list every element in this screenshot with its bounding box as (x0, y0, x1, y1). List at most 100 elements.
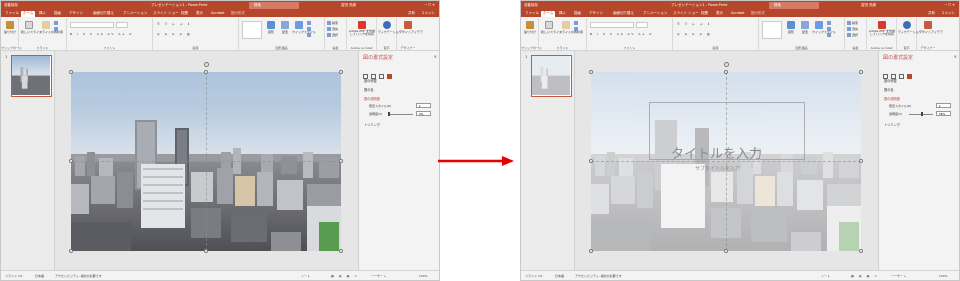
resize-handle-tl[interactable] (589, 70, 593, 74)
rotate-handle[interactable] (724, 62, 729, 67)
replace-button[interactable]: 置換 (847, 27, 858, 31)
comment-button[interactable]: コメント (941, 11, 955, 16)
comment-button[interactable]: コメント (421, 11, 435, 16)
shapes-gallery[interactable] (762, 21, 782, 39)
search-box[interactable]: 検索 (249, 2, 299, 9)
new-slide-button[interactable]: 新しいスライド (541, 21, 562, 34)
preset-dropdown[interactable]: ▾ (416, 103, 431, 108)
language[interactable]: 日本語 (35, 274, 44, 278)
font-style-buttons[interactable]: B I U S ab AV Aa A (70, 32, 133, 36)
window-controls[interactable]: ─ ☐ ✕ (425, 3, 435, 7)
tab-slideshow[interactable]: スライド ショー (673, 11, 699, 16)
resize-handle-tl[interactable] (69, 70, 73, 74)
search-box[interactable]: 検索 (769, 2, 819, 9)
notes-button[interactable]: ノート (301, 274, 310, 278)
share-button[interactable]: 共有 (408, 11, 415, 16)
size-icon[interactable] (379, 74, 384, 79)
transparency-value[interactable]: 0% (416, 111, 431, 116)
font-style-buttons[interactable]: B I U S ab AV Aa A (590, 32, 653, 36)
find-button[interactable]: 検索 (847, 21, 858, 25)
shape-effects-button[interactable] (307, 33, 312, 37)
tab-view[interactable]: 表示 (716, 11, 723, 16)
slide-subtitle-placeholder[interactable]: サブタイトルを入力 (695, 165, 740, 172)
resize-handle-tr[interactable] (339, 70, 343, 74)
align-buttons[interactable]: ≡ ≡ ≡ ≡ ▥ (677, 32, 712, 36)
size-icon[interactable] (899, 74, 904, 79)
font-name-select[interactable] (70, 22, 114, 28)
tab-design[interactable]: デザイン (589, 11, 603, 16)
slide-canvas[interactable]: タイトルを入力 サブタイトルを入力 (591, 72, 861, 251)
arrange-button[interactable]: 配置 (278, 21, 292, 34)
reuse-slides-button[interactable]: スライドの再利用 (39, 21, 63, 34)
picture-icon[interactable] (387, 74, 392, 79)
font-size-select[interactable] (116, 22, 128, 28)
slide-thumbnail[interactable] (11, 55, 52, 97)
resize-handle-l[interactable] (589, 159, 593, 163)
window-controls[interactable]: ─ ☐ ✕ (945, 3, 955, 7)
zoom-level[interactable]: 100% (419, 274, 428, 278)
tab-picture-format[interactable]: 図の形式 (231, 11, 245, 16)
select-button[interactable]: 選択 (847, 33, 858, 37)
transparency-slider-thumb[interactable] (921, 112, 924, 116)
transparency-slider[interactable] (389, 114, 413, 115)
tab-design[interactable]: デザイン (69, 11, 83, 16)
view-buttons[interactable]: ▦ ▤ ▣ ▭ (851, 274, 879, 278)
quick-style-button[interactable]: クイックスタイル (292, 21, 316, 34)
slide-title-placeholder[interactable]: タイトルを入力 (671, 143, 762, 162)
align-buttons[interactable]: ≡ ≡ ≡ ≡ ▥ (157, 32, 192, 36)
dictate-button[interactable]: ディクテーション (378, 21, 402, 34)
tab-acrobat[interactable]: Acrobat (211, 11, 225, 15)
replace-button[interactable]: 置換 (327, 27, 338, 31)
slide-canvas[interactable] (71, 72, 341, 251)
resize-handle-b[interactable] (724, 249, 728, 253)
resize-handle-b[interactable] (204, 249, 208, 253)
tab-review[interactable]: 校閲 (701, 11, 708, 16)
shape-outline-button[interactable] (827, 27, 832, 31)
transparency-value[interactable]: 56% (936, 111, 951, 116)
section-picture-transparency[interactable]: 図の透明度 (884, 96, 900, 101)
section-picture-transparency[interactable]: 図の透明度 (364, 96, 380, 101)
picture-icon[interactable] (907, 74, 912, 79)
tab-draw[interactable]: 描画 (574, 11, 581, 16)
create-pdf-button[interactable]: Adobe PDF を作成してリンクを共有 (348, 21, 376, 37)
transparency-slider-thumb[interactable] (388, 112, 390, 116)
resize-handle-l[interactable] (69, 159, 73, 163)
tab-view[interactable]: 表示 (196, 11, 203, 16)
zoom-slider[interactable]: ─ ──┼── + (371, 274, 386, 278)
resize-handle-bl[interactable] (589, 249, 593, 253)
font-size-select[interactable] (636, 22, 648, 28)
section-picture-color[interactable]: 図の色 (884, 87, 894, 92)
preset-dropdown[interactable]: ▾ (936, 103, 951, 108)
shape-outline-button[interactable] (307, 27, 312, 31)
resize-handle-tr[interactable] (859, 70, 863, 74)
paste-button[interactable]: 貼り付け (3, 21, 17, 34)
view-buttons[interactable]: ▦ ▤ ▣ ▭ (331, 274, 359, 278)
shape-effects-button[interactable] (827, 33, 832, 37)
shapes-gallery[interactable] (242, 21, 262, 39)
dictate-button[interactable]: ディクテーション (898, 21, 922, 34)
new-slide-button[interactable]: 新しいスライド (21, 21, 42, 34)
resize-handle-br[interactable] (859, 249, 863, 253)
font-name-select[interactable] (590, 22, 634, 28)
paste-button[interactable]: 貼り付け (523, 21, 537, 34)
list-buttons[interactable]: ☰ ☷ ⇤ ⇥ ↕ (157, 22, 192, 26)
resize-handle-br[interactable] (339, 249, 343, 253)
language[interactable]: 日本語 (555, 274, 564, 278)
autosave-label[interactable]: 自動保存 (4, 3, 18, 8)
layout-button[interactable] (54, 21, 59, 25)
section-picture-color[interactable]: 図の色 (364, 87, 374, 92)
zoom-slider[interactable]: ─ ──┼── + (891, 274, 906, 278)
tab-slideshow[interactable]: スライド ショー (153, 11, 179, 16)
find-button[interactable]: 検索 (327, 21, 338, 25)
zoom-level[interactable]: 100% (939, 274, 948, 278)
reset-button[interactable] (574, 27, 579, 31)
reuse-slides-button[interactable]: スライドの再利用 (559, 21, 583, 34)
layout-button[interactable] (574, 21, 579, 25)
tab-transitions[interactable]: 画面切り替え (613, 11, 634, 16)
rotate-handle[interactable] (204, 62, 209, 67)
tab-review[interactable]: 校閲 (181, 11, 188, 16)
shape-fill-button[interactable] (827, 21, 832, 25)
quick-style-button[interactable]: クイックスタイル (812, 21, 836, 34)
tab-animations[interactable]: アニメーション (643, 11, 667, 16)
shapes-button[interactable]: 図形 (784, 21, 798, 34)
